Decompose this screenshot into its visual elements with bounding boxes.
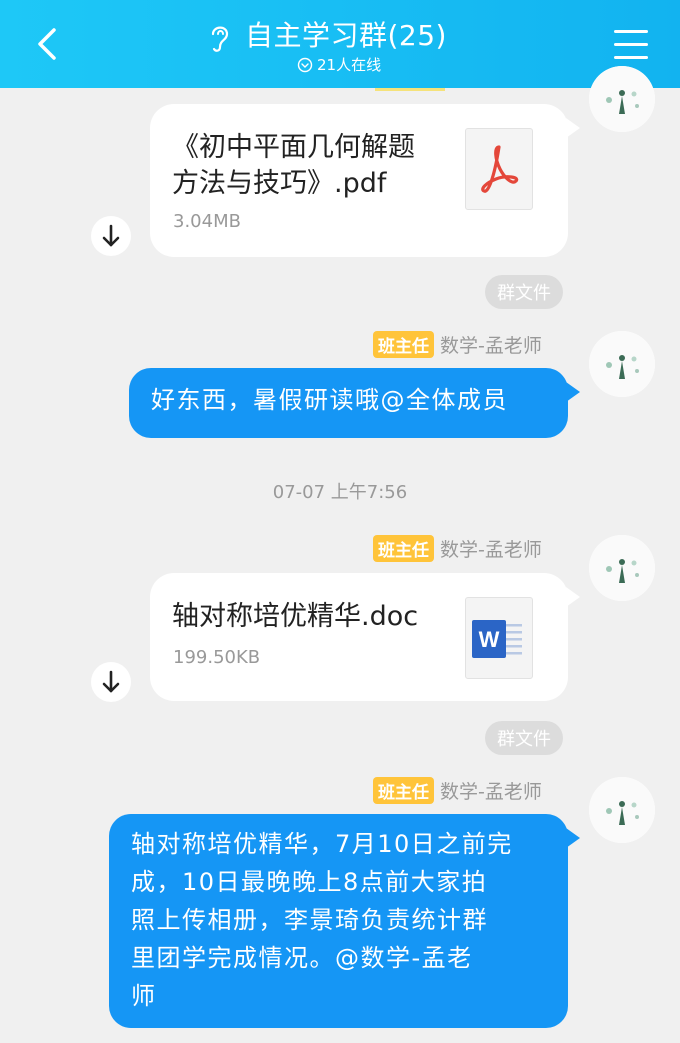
svg-text:W: W — [479, 627, 500, 652]
sender-info: 班主任 数学-孟老师 — [373, 777, 542, 804]
file-name: 轴对称培优精华.doc — [172, 601, 419, 632]
file-message-bubble[interactable]: 轴对称培优精华.doc 199.50KB W — [150, 573, 568, 701]
sender-name[interactable]: 数学-孟老师 — [440, 777, 542, 804]
sender-name[interactable]: 数学-孟老师 — [440, 535, 542, 562]
timestamp: 07-07 上午7:56 — [272, 482, 408, 503]
ear-icon — [211, 26, 229, 52]
bubble-tail — [566, 828, 580, 848]
avatar-image — [589, 777, 655, 843]
role-badge: 班主任 — [373, 331, 434, 358]
text-message-bubble[interactable]: 轴对称培优精华，7月10日之前完 成，10日最晚晚上8点前大家拍 照上传相册，李… — [109, 814, 568, 1028]
download-button[interactable] — [91, 216, 131, 256]
text-message-bubble[interactable]: 好东西，暑假研读哦@全体成员 — [129, 368, 568, 438]
message-line-3: 照上传相册，李景琦负责统计群 — [131, 906, 488, 934]
badge-fragment — [375, 88, 445, 91]
avatar[interactable] — [589, 535, 655, 601]
avatar-image — [589, 331, 655, 397]
bubble-tail — [566, 382, 580, 402]
download-icon — [102, 670, 120, 693]
online-status[interactable]: 21人在线 — [297, 54, 381, 75]
sender-info: 班主任 数学-孟老师 — [373, 331, 542, 358]
role-badge: 班主任 — [373, 777, 434, 804]
group-file-tag[interactable]: 群文件 — [485, 721, 563, 755]
download-button[interactable] — [91, 662, 131, 702]
avatar-image — [589, 535, 655, 601]
role-badge: 班主任 — [373, 535, 434, 562]
word-icon: W — [465, 597, 533, 679]
sender-info: 班主任 数学-孟老师 — [373, 535, 542, 562]
download-icon — [102, 224, 120, 247]
avatar[interactable] — [589, 777, 655, 843]
chat-title[interactable]: 自主学习群(25) — [245, 14, 447, 54]
top-bar: 自主学习群(25) 21人在线 — [0, 0, 680, 88]
message-line-5: 师 — [131, 982, 157, 1010]
message-line-1: 轴对称培优精华，7月10日之前完 — [131, 830, 513, 858]
message-line-2: 成，10日最晚晚上8点前大家拍 — [131, 868, 488, 896]
avatar[interactable] — [589, 331, 655, 397]
bubble-tail — [566, 587, 580, 607]
online-count: 21人在线 — [317, 56, 382, 74]
message-line-4: 里团学完成情况。@数学-孟老 — [131, 944, 473, 972]
pdf-icon — [465, 128, 533, 210]
file-size: 199.50KB — [173, 647, 261, 668]
file-message-bubble[interactable]: 《初中平面几何解题 方法与技巧》.pdf 3.04MB — [150, 104, 568, 257]
file-name-line1: 《初中平面几何解题 — [172, 132, 415, 163]
message-text: 好东西，暑假研读哦@全体成员 — [151, 386, 508, 414]
file-size: 3.04MB — [173, 211, 241, 232]
menu-icon[interactable] — [614, 30, 648, 60]
sender-name[interactable]: 数学-孟老师 — [440, 331, 542, 358]
file-name-line2: 方法与技巧》.pdf — [172, 168, 387, 199]
bubble-tail — [566, 118, 580, 138]
avatar[interactable] — [589, 66, 655, 132]
chevron-down-circle-icon — [297, 57, 313, 72]
avatar-image — [589, 66, 655, 132]
back-icon[interactable] — [30, 26, 66, 62]
group-file-tag[interactable]: 群文件 — [485, 275, 563, 309]
